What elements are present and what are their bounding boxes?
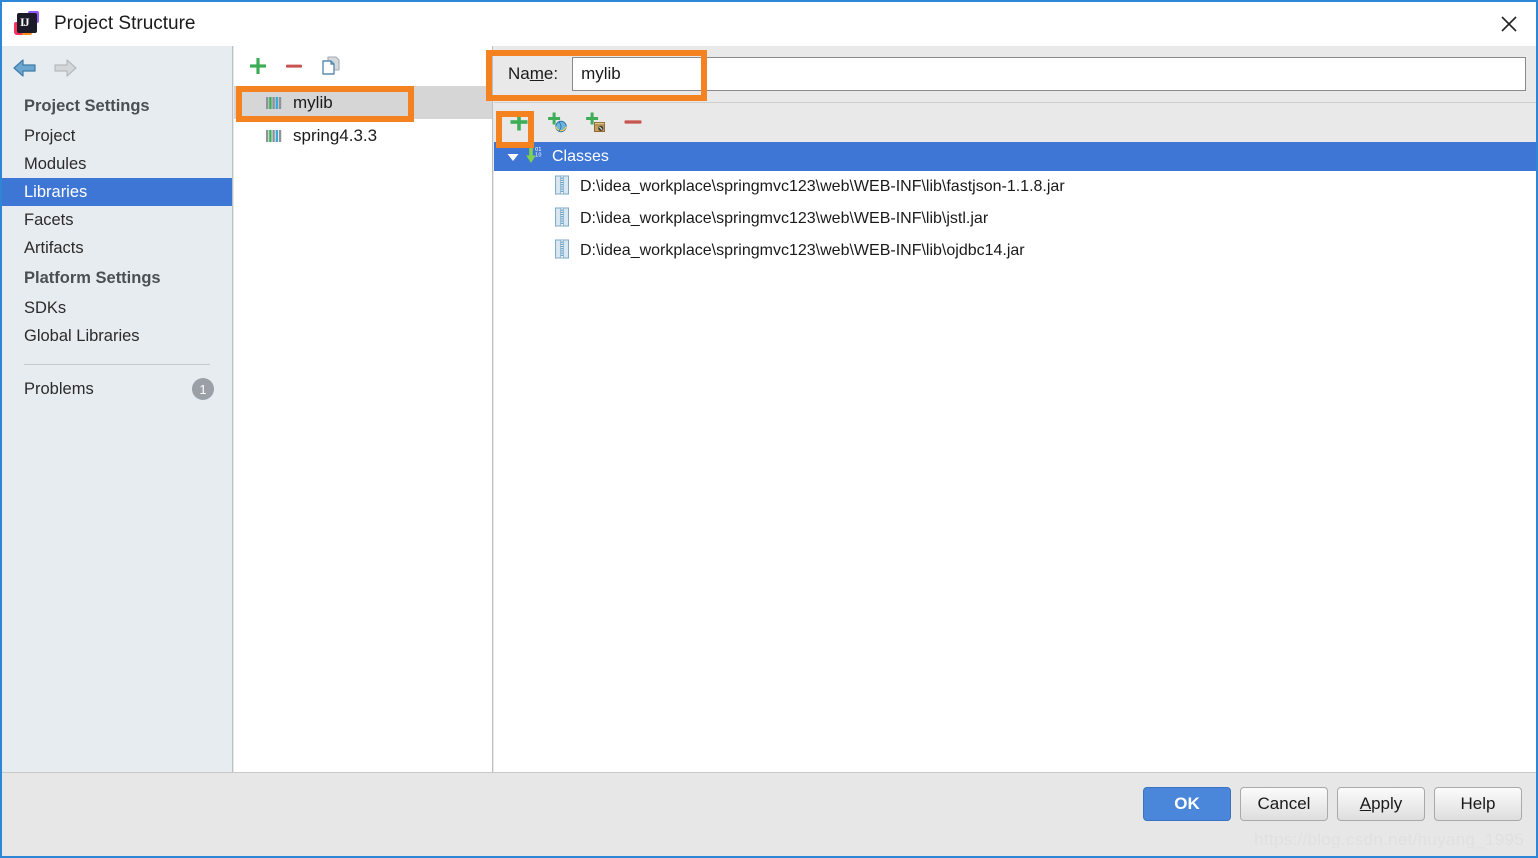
library-list: mylib spring4.3.3 [234, 86, 492, 152]
sidebar-item-sdks[interactable]: SDKs [2, 294, 232, 322]
sidebar-item-artifacts[interactable]: Artifacts [2, 234, 232, 262]
help-button[interactable]: Help [1434, 787, 1522, 821]
jar-file-icon [554, 239, 570, 264]
library-detail-panel: Name: mylib 01 10 Classes D:\idea_workpl… [494, 46, 1536, 773]
project-structure-dialog: IJ Project Structure Project Settings Pr… [0, 0, 1538, 858]
plus-globe-icon[interactable] [546, 111, 568, 133]
sidebar-item-modules[interactable]: Modules [2, 150, 232, 178]
svg-text:10: 10 [535, 153, 542, 159]
tree-node-label: D:\idea_workplace\springmvc123\web\WEB-I… [580, 178, 1065, 195]
sidebar-item-label: Problems [24, 379, 94, 398]
tree-node[interactable]: D:\idea_workplace\springmvc123\web\WEB-I… [494, 171, 1536, 203]
tree-group-label: Classes [552, 147, 609, 165]
list-item-label: mylib [293, 92, 333, 112]
minus-icon[interactable] [284, 56, 304, 76]
dialog-buttons: OK Cancel Apply Help [1143, 787, 1522, 821]
tree-node[interactable]: D:\idea_workplace\springmvc123\web\WEB-I… [494, 235, 1536, 267]
sidebar-section-platform-settings: Platform Settings [24, 269, 161, 287]
library-icon [266, 129, 282, 142]
copy-icon[interactable] [320, 55, 342, 77]
list-item[interactable]: mylib [234, 86, 492, 119]
name-row: Name: [494, 46, 1536, 102]
cancel-button[interactable]: Cancel [1240, 787, 1328, 821]
arrow-right-icon [54, 59, 77, 77]
sidebar-item-project[interactable]: Project [2, 122, 232, 150]
library-roots-toolbar [494, 102, 1536, 141]
sidebar-divider [24, 364, 210, 365]
list-item[interactable]: spring4.3.3 [234, 119, 492, 152]
navigation-arrows [2, 46, 232, 90]
tree-group-classes[interactable]: 01 10 Classes [494, 142, 1536, 171]
name-label: Name: [508, 64, 559, 83]
sidebar-item-libraries[interactable]: Libraries [2, 178, 232, 206]
sidebar-item-problems[interactable]: Problems 1 [2, 375, 232, 403]
apply-button[interactable]: Apply [1337, 787, 1425, 821]
sidebar-item-facets[interactable]: Facets [2, 206, 232, 234]
watermark-text: https://blog.csdn.net/huyang_1995 [1254, 830, 1524, 849]
tree-node-label: D:\idea_workplace\springmvc123\web\WEB-I… [580, 242, 1025, 259]
problems-count-badge: 1 [192, 378, 214, 400]
title-bar: IJ Project Structure [2, 2, 1536, 46]
sidebar-section-project-settings: Project Settings [24, 97, 150, 115]
list-item-label: spring4.3.3 [293, 125, 378, 145]
plus-icon[interactable] [508, 111, 530, 133]
settings-sidebar: Project Settings Project Modules Librari… [2, 46, 233, 773]
jar-file-icon [554, 207, 570, 232]
intellij-idea-logo-icon: IJ [14, 11, 40, 37]
library-name-input[interactable] [572, 57, 1526, 91]
plus-icon[interactable] [248, 56, 268, 76]
tree-node[interactable]: D:\idea_workplace\springmvc123\web\WEB-I… [494, 203, 1536, 235]
library-icon [266, 96, 282, 109]
close-icon[interactable] [1482, 2, 1536, 46]
ok-button[interactable]: OK [1143, 787, 1231, 821]
tree-node-label: D:\idea_workplace\springmvc123\web\WEB-I… [580, 210, 989, 227]
triangle-down-icon[interactable] [502, 150, 524, 164]
minus-icon[interactable] [622, 111, 644, 133]
sidebar-item-global-libraries[interactable]: Global Libraries [2, 322, 232, 350]
classes-root-icon: 01 10 [524, 143, 546, 170]
plus-box-icon[interactable] [584, 111, 606, 133]
arrow-left-icon[interactable] [12, 57, 38, 79]
window-title: Project Structure [54, 13, 196, 34]
jar-file-icon [554, 175, 570, 200]
library-list-toolbar [234, 46, 492, 86]
dialog-button-bar: OK Cancel Apply Help https://blog.csdn.n… [2, 772, 1536, 856]
library-roots-tree: 01 10 Classes D:\idea_workplace\springmv… [494, 142, 1536, 773]
library-list-panel: mylib spring4.3.3 [234, 46, 493, 773]
